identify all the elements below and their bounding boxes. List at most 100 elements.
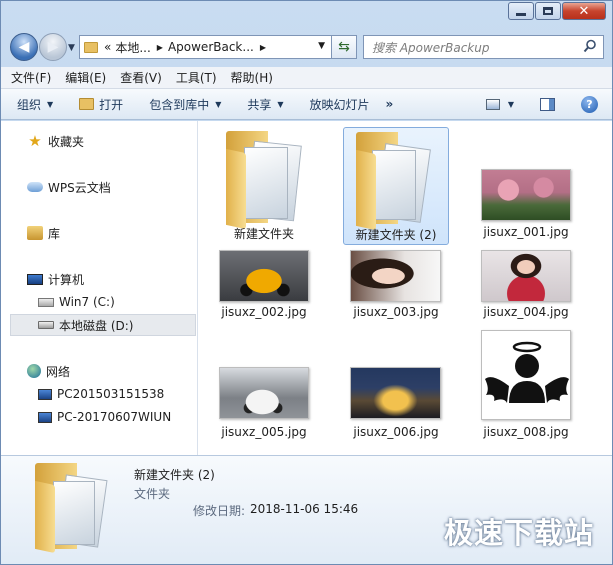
image-thumbnail (219, 367, 309, 419)
folder-open-icon (79, 98, 95, 110)
sidebar-item-label: WPS云文档 (48, 180, 111, 195)
sidebar-item-network-pc-2[interactable]: PC-20170607WIUN (38, 406, 197, 428)
chevron-right-icon[interactable]: ▶ (157, 43, 163, 52)
sidebar-item-label: 收藏夹 (48, 134, 85, 149)
file-item[interactable]: jisuxz_006.jpg (343, 327, 449, 443)
sidebar-item-label: Win7 (C:) (59, 295, 115, 309)
slideshow-label: 放映幻灯片 (309, 97, 370, 112)
cloud-icon (27, 182, 43, 192)
share-label: 共享 (247, 97, 272, 112)
chevron-down-icon: ▼ (277, 99, 284, 109)
watermark: 极速下载站 (443, 516, 594, 550)
sidebar-item-label: 库 (48, 226, 61, 241)
file-name: jisuxz_003.jpg (353, 305, 439, 319)
search-input[interactable]: 搜索 ApowerBackup (363, 35, 604, 59)
close-icon: ✕ (578, 3, 590, 19)
sidebar-item-label: 本地磁盘 (D:) (59, 318, 134, 333)
breadcrumb-overflow[interactable]: « (104, 40, 111, 54)
hard-drive-icon (38, 321, 54, 329)
more-commands-button[interactable]: » (386, 97, 394, 111)
help-icon[interactable]: ? (581, 96, 598, 113)
angel-avatar-icon (485, 341, 569, 403)
sidebar-item-drive-d[interactable]: 本地磁盘 (D:) (10, 314, 196, 336)
address-bar[interactable]: « 本地... ▶ ApowerBack... ▶ ▼ (79, 35, 332, 59)
sidebar-item-network[interactable]: 网络 (27, 360, 197, 382)
maximize-icon (536, 3, 560, 19)
menu-view[interactable]: 查看(V) (120, 69, 162, 86)
file-list: 新建文件夹 新建文件夹 (2) jisuxz_001.jpg jisuxz_00… (199, 121, 612, 455)
breadcrumb-local-disk[interactable]: 本地... (115, 39, 150, 56)
library-icon (27, 226, 43, 240)
back-button[interactable]: ◀ (10, 33, 38, 61)
folder-icon (35, 463, 108, 554)
minimize-button[interactable] (508, 2, 534, 20)
details-modified-label: 修改日期: (193, 504, 246, 518)
image-thumbnail (481, 330, 571, 420)
folder-icon (84, 41, 98, 53)
network-computer-icon (38, 388, 52, 400)
details-type: 文件夹 (134, 487, 171, 501)
menu-file[interactable]: 文件(F) (11, 69, 51, 86)
sidebar-item-libraries[interactable]: 库 (27, 222, 197, 244)
include-library-label: 包含到库中 (149, 97, 210, 112)
sidebar-item-computer[interactable]: 计算机 (27, 268, 197, 290)
minimize-icon (509, 3, 533, 19)
file-item[interactable]: jisuxz_005.jpg (211, 327, 317, 443)
details-pane: 新建文件夹 (2) 文件夹 修改日期: 2018-11-06 15:46 极速下… (1, 455, 612, 564)
preview-pane-icon[interactable] (540, 98, 555, 111)
chevron-right-icon[interactable]: ▶ (260, 43, 266, 52)
refresh-button[interactable]: ⇆ (332, 35, 357, 59)
chevron-down-icon[interactable]: ▼ (318, 41, 325, 51)
file-item[interactable]: jisuxz_002.jpg (211, 245, 317, 323)
change-view-icon[interactable] (485, 99, 500, 110)
sidebar-item-network-pc-1[interactable]: PC201503151538 (38, 383, 197, 405)
sidebar-item-label: 网络 (46, 364, 71, 379)
navigation-pane: ★ 收藏夹 WPS云文档 库 计算机 Win7 (C:) 本地磁盘 (D:) 网… (1, 121, 198, 455)
close-button[interactable]: ✕ (562, 2, 606, 20)
share-button[interactable]: 共享 ▼ (247, 96, 283, 113)
file-item-selected[interactable]: 新建文件夹 (2) (343, 127, 449, 245)
maximize-button[interactable] (535, 2, 561, 20)
image-thumbnail (481, 169, 571, 221)
chevron-down-icon: ▼ (215, 99, 222, 109)
file-name: jisuxz_002.jpg (221, 305, 307, 319)
file-name: jisuxz_001.jpg (483, 225, 569, 239)
file-name: jisuxz_008.jpg (483, 425, 569, 439)
slideshow-button[interactable]: 放映幻灯片 (310, 96, 370, 113)
menu-tools[interactable]: 工具(T) (176, 69, 217, 86)
star-icon: ★ (28, 132, 42, 150)
network-icon (27, 364, 41, 378)
command-bar: 组织 ▼ 打开 包含到库中 ▼ 共享 ▼ 放映幻灯片 » ▼ ? (1, 89, 612, 120)
file-name: jisuxz_006.jpg (353, 425, 439, 439)
folder-icon (356, 132, 431, 231)
sidebar-item-drive-c[interactable]: Win7 (C:) (38, 291, 197, 313)
menu-edit[interactable]: 编辑(E) (65, 69, 106, 86)
image-thumbnail (219, 250, 309, 302)
image-thumbnail (481, 250, 571, 302)
caption-buttons: ✕ (507, 2, 606, 20)
chevron-down-icon[interactable]: ▼ (508, 100, 514, 109)
menu-bar: 文件(F) 编辑(E) 查看(V) 工具(T) 帮助(H) (1, 67, 612, 89)
menu-help[interactable]: 帮助(H) (231, 69, 273, 86)
recent-pages-dropdown[interactable]: ▼ (68, 43, 75, 53)
image-thumbnail (350, 250, 441, 302)
search-icon[interactable] (583, 39, 597, 53)
file-item[interactable]: jisuxz_004.jpg (473, 245, 579, 323)
file-item[interactable]: jisuxz_001.jpg (473, 127, 579, 243)
file-item[interactable]: 新建文件夹 (211, 127, 317, 243)
file-item[interactable]: jisuxz_008.jpg (473, 327, 579, 443)
refresh-icon: ⇆ (338, 39, 350, 55)
file-name: 新建文件夹 (233, 227, 294, 241)
file-item[interactable]: jisuxz_003.jpg (343, 245, 449, 323)
details-modified-value: 2018-11-06 15:46 (250, 502, 359, 516)
open-button[interactable]: 打开 (79, 96, 123, 113)
breadcrumb-apowerbackup[interactable]: ApowerBack... (168, 40, 254, 54)
sidebar-item-favorites[interactable]: ★ 收藏夹 (27, 130, 197, 152)
chevron-down-icon: ▼ (47, 99, 54, 109)
include-in-library-button[interactable]: 包含到库中 ▼ (149, 96, 221, 113)
file-name: 新建文件夹 (2) (355, 228, 437, 242)
forward-button[interactable]: ▶ (39, 33, 67, 61)
organize-button[interactable]: 组织 ▼ (17, 96, 53, 113)
sidebar-item-wps-cloud[interactable]: WPS云文档 (27, 176, 197, 198)
search-placeholder: 搜索 ApowerBackup (372, 40, 490, 55)
